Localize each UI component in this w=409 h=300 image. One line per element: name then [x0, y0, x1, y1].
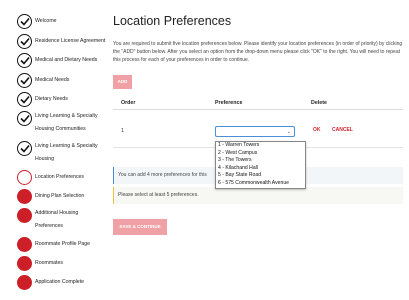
step-living-learning-communities[interactable]: Living Learning & Specialty Housing Commu…: [17, 111, 98, 136]
instructions-text: You are required to submit five location…: [113, 41, 403, 63]
step-label: Roommate Profile Page: [35, 241, 91, 247]
checkmark-icon: [17, 34, 32, 49]
dropdown-option[interactable]: 2 - West Campus: [216, 150, 305, 158]
checkmark-icon: [17, 111, 32, 126]
checkmark-icon: [17, 92, 32, 107]
step-dining-plan[interactable]: Dining Plan Selection: [17, 189, 84, 204]
step-label: Dining Plan Selection: [35, 193, 85, 199]
dropdown-option[interactable]: 4 - Kilachand Hall: [216, 165, 305, 173]
row-order-value: 1: [121, 128, 124, 134]
step-location-preferences[interactable]: Location Preferences: [17, 170, 84, 185]
step-medical-needs[interactable]: Medical Needs: [17, 73, 69, 88]
step-label: Application Complete: [35, 279, 85, 285]
step-label: Living Learning & Specialty Housing: [35, 140, 98, 166]
step-label-line1: Additional Housing: [35, 210, 79, 216]
dropdown-option[interactable]: 6 - 575 Commonwealth Avenue: [216, 180, 305, 188]
dropdown-option[interactable]: 5 - Bay State Road: [216, 172, 305, 180]
step-living-learning-housing[interactable]: Living Learning & Specialty Housing: [17, 141, 98, 166]
pending-step-icon: [17, 237, 32, 252]
page-title: Location Preferences: [113, 14, 232, 28]
preference-dropdown-list: 1 - Warren Towers 2 - West Campus 3 - Th…: [215, 141, 306, 189]
step-label-line2: Preferences: [35, 223, 63, 229]
step-additional-housing[interactable]: Additional Housing Preferences: [17, 208, 78, 233]
column-header-order: Order: [121, 100, 136, 106]
checkmark-icon: [17, 141, 32, 156]
step-label: Welcome: [35, 18, 57, 24]
step-medical-dietary[interactable]: Medical and Dietary Needs: [17, 53, 97, 68]
column-header-delete: Delete: [311, 100, 327, 106]
column-header-preference: Preference: [215, 100, 243, 106]
cancel-button[interactable]: CANCEL: [332, 127, 353, 133]
step-label-line2: Housing Communities: [35, 126, 86, 132]
step-dietary-needs[interactable]: Dietary Needs: [17, 92, 68, 107]
checkmark-icon: [17, 73, 32, 88]
dropdown-option[interactable]: 1 - Warren Towers: [216, 142, 305, 150]
step-roommate-profile[interactable]: Roommate Profile Page: [17, 237, 90, 252]
dropdown-option[interactable]: 3 - The Towers: [216, 157, 305, 165]
pending-step-icon: [17, 189, 32, 204]
warning-message-text: Please select at least 5 preferences.: [118, 192, 199, 198]
warning-message: Please select at least 5 preferences.: [113, 187, 403, 204]
preference-select[interactable]: ⌄: [215, 126, 295, 137]
current-step-icon: [17, 170, 32, 185]
table-header-divider: [113, 109, 403, 110]
checkmark-icon: [17, 53, 32, 68]
step-label-line1: Living Learning & Specialty: [35, 143, 98, 149]
ok-button[interactable]: OK: [313, 127, 321, 133]
save-continue-button[interactable]: SAVE & CONTINUE: [113, 219, 167, 235]
step-label: Roommates: [35, 260, 63, 266]
step-welcome[interactable]: Welcome: [17, 14, 57, 29]
step-label: Dietary Needs: [35, 96, 68, 102]
step-label-line2: Housing: [35, 156, 55, 162]
add-button[interactable]: ADD: [113, 75, 132, 89]
pending-step-icon: [17, 275, 32, 290]
info-message-text: You can add 4 more preferences for this: [118, 172, 207, 178]
step-label: Medical Needs: [35, 77, 70, 83]
pending-step-icon: [17, 256, 32, 271]
step-residence-license[interactable]: Residence License Agreement: [17, 34, 105, 49]
step-roommates[interactable]: Roommates: [17, 256, 63, 271]
progress-sidebar: Welcome Residence License Agreement Medi…: [0, 0, 112, 300]
step-application-complete[interactable]: Application Complete: [17, 275, 84, 290]
step-label: Residence License Agreement: [35, 38, 106, 44]
step-label: Medical and Dietary Needs: [35, 57, 98, 63]
step-label: Location Preferences: [35, 174, 85, 180]
checkmark-icon: [17, 14, 32, 29]
step-label: Additional Housing Preferences: [35, 207, 78, 233]
chevron-down-icon: ⌄: [286, 129, 291, 135]
step-label: Living Learning & Specialty Housing Commu…: [35, 110, 98, 136]
pending-step-icon: [17, 208, 32, 223]
step-label-line1: Living Learning & Specialty: [35, 113, 98, 119]
